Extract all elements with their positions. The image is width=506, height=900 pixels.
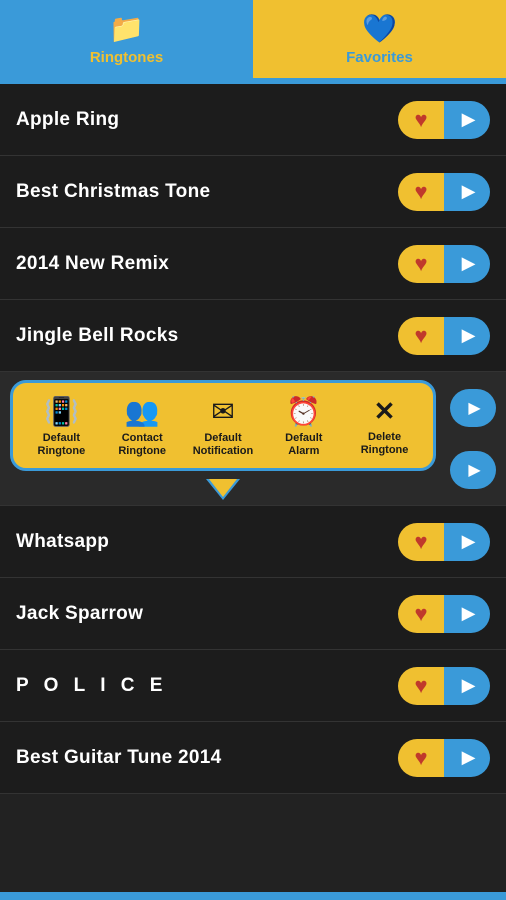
play-icon: ▶ — [462, 109, 476, 130]
app-header: 📁 Ringtones 💙 Favorites — [0, 0, 506, 78]
favorite-button[interactable]: ♥ — [398, 317, 444, 355]
play-button[interactable]: ▶ — [444, 317, 490, 355]
heart-icon: ♥ — [414, 251, 427, 277]
favorite-button[interactable]: ♥ — [398, 667, 444, 705]
favorite-button[interactable]: ♥ — [398, 523, 444, 561]
ringtone-name: Jack Sparrow — [16, 603, 143, 625]
item-controls: ♥ ▶ — [398, 101, 490, 139]
play-icon: ▶ — [462, 747, 476, 768]
item-controls: ♥ ▶ — [398, 317, 490, 355]
play-button[interactable]: ▶ — [444, 173, 490, 211]
contact-ringtone-action[interactable]: 👥 ContactRingtone — [107, 395, 177, 458]
item-controls: ♥ ▶ — [398, 523, 490, 561]
default-ringtone-action[interactable]: 📳 DefaultRingtone — [26, 395, 96, 458]
ringtones-folder-icon: 📁 — [109, 12, 144, 45]
ringtone-name: Best Guitar Tune 2014 — [16, 747, 222, 769]
favorite-button[interactable]: ♥ — [398, 101, 444, 139]
default-alarm-label: DefaultAlarm — [285, 432, 322, 458]
tab-favorites[interactable]: 💙 Favorites — [253, 0, 506, 78]
item-controls: ♥ ▶ — [398, 173, 490, 211]
list-item: Jack Sparrow ♥ ▶ — [0, 578, 506, 650]
ringtone-name: P O L I C E — [16, 675, 167, 697]
ringtones-tab-label: Ringtones — [90, 49, 163, 66]
play-icon: ▶ — [468, 398, 480, 418]
default-notification-label: DefaultNotification — [193, 432, 254, 458]
contact-ringtone-label: ContactRingtone — [118, 432, 166, 458]
ringtone-name: Jingle Bell Rocks — [16, 325, 178, 347]
item-controls: ♥ ▶ — [398, 667, 490, 705]
heart-icon: ♥ — [414, 107, 427, 133]
play-icon: ▶ — [462, 253, 476, 274]
play-button[interactable]: ▶ — [444, 739, 490, 777]
default-ringtone-label: DefaultRingtone — [38, 432, 86, 458]
favorite-button[interactable]: ♥ — [398, 173, 444, 211]
popup-arrow — [0, 479, 446, 501]
play-icon: ▶ — [462, 181, 476, 202]
favorite-button[interactable]: ♥ — [398, 245, 444, 283]
delete-ringtone-label: DeleteRingtone — [361, 431, 409, 457]
ringtone-list: Apple Ring ♥ ▶ Best Christmas Tone ♥ ▶ 2… — [0, 84, 506, 892]
item-controls: ♥ ▶ — [398, 245, 490, 283]
heart-icon: ♥ — [414, 323, 427, 349]
ringtone-name: Apple Ring — [16, 109, 119, 131]
heart-icon: ♥ — [414, 529, 427, 555]
default-notification-action[interactable]: ✉ DefaultNotification — [188, 395, 258, 458]
item-controls: ♥ ▶ — [398, 739, 490, 777]
play-button[interactable]: ▶ — [444, 523, 490, 561]
play-icon: ▶ — [462, 531, 476, 552]
list-item: Best Christmas Tone ♥ ▶ — [0, 156, 506, 228]
contact-ringtone-icon: 👥 — [125, 395, 160, 428]
play-icon: ▶ — [462, 325, 476, 346]
play-button[interactable]: ▶ — [444, 101, 490, 139]
list-item: Jingle Bell Rocks ♥ ▶ — [0, 300, 506, 372]
list-item: Apple Ring ♥ ▶ — [0, 84, 506, 156]
favorites-heart-icon: 💙 — [362, 12, 397, 45]
ringtone-name: Whatsapp — [16, 531, 109, 553]
play-button[interactable]: ▶ — [444, 667, 490, 705]
heart-icon: ♥ — [414, 601, 427, 627]
play-button-top[interactable]: ▶ — [450, 389, 496, 427]
popup-row: 📳 DefaultRingtone 👥 ContactRingtone ✉ De… — [0, 372, 506, 506]
play-icon: ▶ — [462, 675, 476, 696]
play-button[interactable]: ▶ — [444, 595, 490, 633]
default-alarm-icon: ⏰ — [286, 395, 321, 428]
footer-bar — [0, 892, 506, 900]
ringtone-name: Best Christmas Tone — [16, 181, 210, 203]
heart-icon: ♥ — [414, 673, 427, 699]
favorite-button[interactable]: ♥ — [398, 595, 444, 633]
delete-icon: ✕ — [374, 396, 396, 427]
heart-icon: ♥ — [414, 745, 427, 771]
heart-icon: ♥ — [414, 179, 427, 205]
list-item: Best Guitar Tune 2014 ♥ ▶ — [0, 722, 506, 794]
default-alarm-action[interactable]: ⏰ DefaultAlarm — [269, 395, 339, 458]
default-notification-icon: ✉ — [211, 395, 234, 428]
default-ringtone-icon: 📳 — [44, 395, 79, 428]
play-icon: ▶ — [462, 603, 476, 624]
play-icon: ▶ — [468, 460, 480, 480]
favorites-tab-label: Favorites — [346, 49, 413, 66]
list-item: P O L I C E ♥ ▶ — [0, 650, 506, 722]
list-item: 2014 New Remix ♥ ▶ — [0, 228, 506, 300]
action-popup: 📳 DefaultRingtone 👥 ContactRingtone ✉ De… — [10, 380, 436, 471]
list-item: Whatsapp ♥ ▶ — [0, 506, 506, 578]
play-button-bottom[interactable]: ▶ — [450, 451, 496, 489]
item-controls: ♥ ▶ — [398, 595, 490, 633]
delete-ringtone-action[interactable]: ✕ DeleteRingtone — [350, 396, 420, 457]
play-button[interactable]: ▶ — [444, 245, 490, 283]
tab-ringtones[interactable]: 📁 Ringtones — [0, 0, 253, 78]
favorite-button[interactable]: ♥ — [398, 739, 444, 777]
ringtone-name: 2014 New Remix — [16, 253, 169, 275]
